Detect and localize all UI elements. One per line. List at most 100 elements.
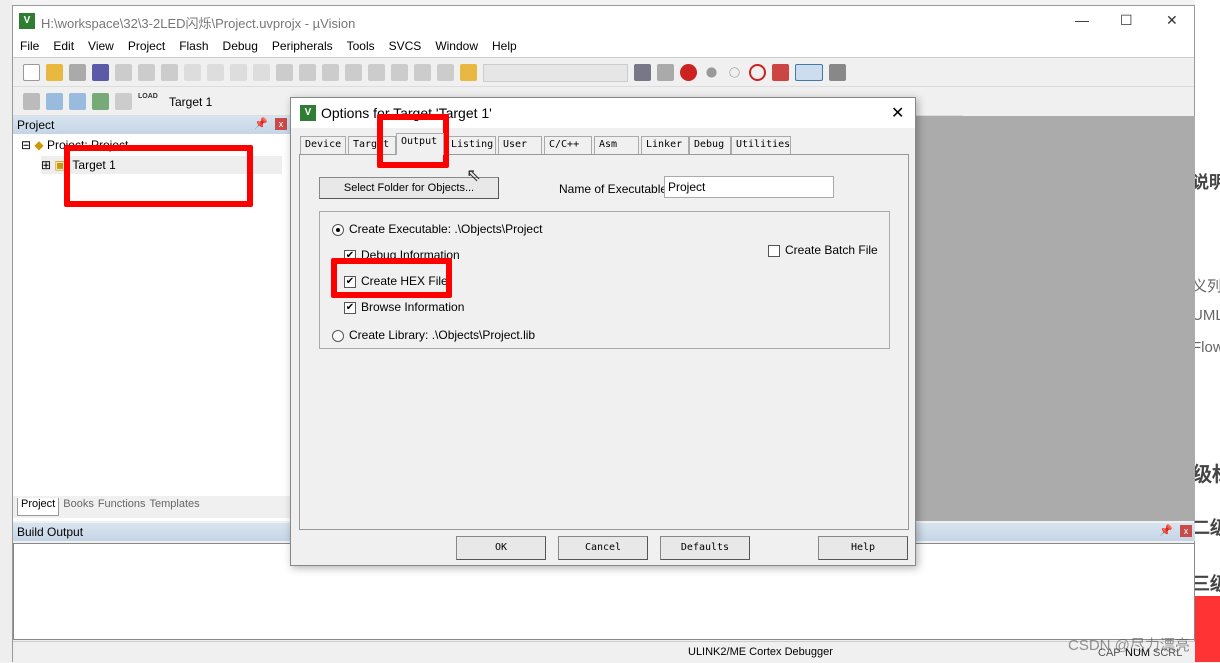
incremental-find-icon[interactable]	[657, 64, 674, 81]
cancel-button[interactable]: Cancel	[558, 536, 648, 560]
tab-linker[interactable]: Linker	[641, 136, 689, 154]
menu-edit[interactable]: Edit	[46, 36, 81, 56]
menu-svcs[interactable]: SVCS	[382, 36, 429, 56]
tab-books[interactable]: Books	[63, 498, 94, 516]
menu-help[interactable]: Help	[485, 36, 524, 56]
ok-button[interactable]: OK	[456, 536, 546, 560]
bg-red-banner	[1192, 596, 1220, 662]
cut-icon[interactable]	[115, 64, 132, 81]
menu-window[interactable]: Window	[428, 36, 485, 56]
save-icon[interactable]	[69, 64, 86, 81]
tab-asm[interactable]: Asm	[594, 136, 639, 154]
pin-icon[interactable]: 📌	[1159, 524, 1173, 537]
mouse-cursor-icon: ⇖	[466, 165, 482, 185]
tab-utilities[interactable]: Utilities	[731, 136, 791, 154]
window-title: H:\workspace\32\3-2LED闪烁\Project.uvprojx…	[41, 16, 356, 31]
bookmark-next-icon[interactable]	[322, 64, 339, 81]
stop-build-icon[interactable]	[115, 93, 132, 110]
pin-icon[interactable]: 📌	[254, 117, 268, 130]
target-select[interactable]: Target 1	[169, 95, 212, 109]
menu-file[interactable]: File	[13, 36, 46, 56]
highlight-box-target	[64, 145, 253, 207]
defaults-button[interactable]: Defaults	[660, 536, 750, 560]
bookmark-clear-icon[interactable]	[345, 64, 362, 81]
output-tab-panel: Select Folder for Objects... Name of Exe…	[299, 154, 909, 530]
radio-icon	[332, 329, 344, 342]
disable-breakpoint-icon[interactable]	[729, 67, 740, 78]
undo-icon[interactable]	[184, 64, 201, 81]
browse-information-label: Browse Information	[361, 300, 465, 314]
tab-user[interactable]: User	[498, 136, 542, 154]
open-icon[interactable]	[46, 64, 63, 81]
create-library-radio[interactable]: Create Library: .\Objects\Project.lib	[332, 328, 535, 342]
comment-icon[interactable]	[414, 64, 431, 81]
help-button[interactable]: Help	[818, 536, 908, 560]
new-file-icon[interactable]	[23, 64, 40, 81]
background-web-page	[1195, 0, 1220, 662]
menu-flash[interactable]: Flash	[172, 36, 215, 56]
watermark: CSDN @尽力漂亮	[1068, 637, 1190, 654]
bookmark-icon[interactable]	[276, 64, 293, 81]
menu-tools[interactable]: Tools	[340, 36, 382, 56]
tab-listing[interactable]: Listing	[446, 136, 496, 154]
create-executable-radio[interactable]: Create Executable: .\Objects\Project	[332, 222, 542, 236]
back-icon[interactable]	[230, 64, 247, 81]
tab-templates[interactable]: Templates	[150, 498, 200, 516]
translate-icon[interactable]	[23, 93, 40, 110]
save-all-icon[interactable]	[92, 64, 109, 81]
tab-project[interactable]: Project	[17, 498, 60, 516]
menu-peripherals[interactable]: Peripherals	[265, 36, 340, 56]
copy-icon[interactable]	[138, 64, 155, 81]
window-layout-icon[interactable]	[795, 64, 823, 81]
status-bar: ULINK2/ME Cortex Debugger CAP NUM SCRL	[13, 641, 1195, 663]
checkbox-icon	[768, 244, 780, 257]
breakpoint-icon[interactable]	[706, 67, 717, 78]
build-output-title: Build Output	[17, 525, 84, 539]
bookmark-prev-icon[interactable]	[299, 64, 316, 81]
tab-device[interactable]: Device	[300, 136, 347, 154]
menu-view[interactable]: View	[81, 36, 121, 56]
highlight-box-create-hex	[331, 258, 452, 298]
find-combo[interactable]	[483, 63, 628, 82]
browse-information-checkbox[interactable]: ✔ Browse Information	[344, 300, 464, 314]
create-batch-file-checkbox[interactable]: Create Batch File	[768, 243, 878, 257]
menu-debug[interactable]: Debug	[216, 36, 265, 56]
bg-text: 二级	[1192, 518, 1220, 538]
tab-functions[interactable]: Functions	[98, 498, 146, 516]
tab-output[interactable]: Output	[396, 133, 444, 155]
close-build-output-button[interactable]: x	[1180, 525, 1192, 537]
batch-build-icon[interactable]	[92, 93, 109, 110]
project-panel-header: Project 📌 x	[13, 116, 290, 134]
bg-text: 说明	[1192, 173, 1220, 192]
build-icon[interactable]	[46, 93, 63, 110]
kill-breakpoints-icon[interactable]	[749, 64, 766, 81]
close-panel-button[interactable]: x	[275, 118, 287, 130]
disable-all-breakpoints-icon[interactable]	[772, 64, 789, 81]
rebuild-icon[interactable]	[69, 93, 86, 110]
tab-cc[interactable]: C/C++	[544, 136, 592, 154]
close-button[interactable]: ✕	[1166, 12, 1178, 29]
debug-session-icon[interactable]	[680, 64, 697, 81]
create-batch-file-label: Create Batch File	[785, 243, 878, 257]
menu-project[interactable]: Project	[121, 36, 172, 56]
find-in-files-icon[interactable]	[460, 64, 477, 81]
maximize-button[interactable]: ☐	[1120, 12, 1133, 29]
uncomment-icon[interactable]	[437, 64, 454, 81]
bg-text: 义列表	[1192, 278, 1220, 295]
dialog-close-button[interactable]: ✕	[891, 103, 904, 123]
menu-bar: File Edit View Project Flash Debug Peripherals…	[13, 36, 1194, 58]
bg-text: Flow	[1192, 339, 1220, 356]
indent-icon[interactable]	[368, 64, 385, 81]
bg-text: UML	[1192, 307, 1220, 324]
minimize-button[interactable]: —	[1075, 12, 1089, 28]
configure-icon[interactable]	[829, 64, 846, 81]
tab-debug[interactable]: Debug	[689, 136, 731, 154]
forward-icon[interactable]	[253, 64, 270, 81]
find-icon[interactable]	[634, 64, 651, 81]
unindent-icon[interactable]	[391, 64, 408, 81]
paste-icon[interactable]	[161, 64, 178, 81]
redo-icon[interactable]	[207, 64, 224, 81]
name-of-executable-input[interactable]: Project	[664, 176, 834, 198]
load-icon[interactable]: LOAD	[138, 93, 158, 110]
uvision-logo-icon: V	[19, 13, 35, 29]
